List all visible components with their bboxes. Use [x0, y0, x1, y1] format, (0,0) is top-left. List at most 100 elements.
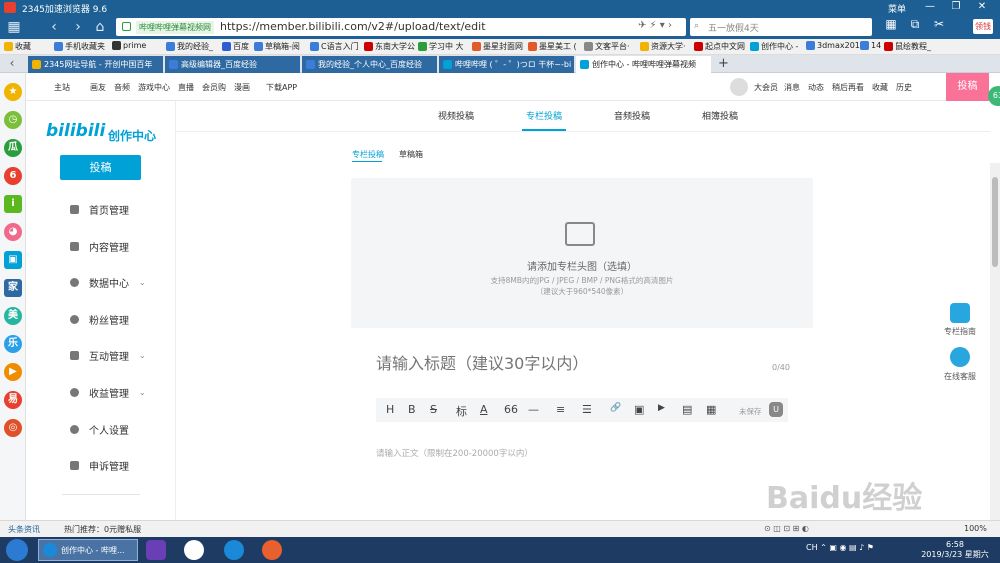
more-embed-button[interactable]: ▦ [706, 403, 716, 416]
article-title-input[interactable] [376, 354, 716, 373]
minimize-icon[interactable]: — [920, 1, 940, 12]
bookmark-item[interactable]: 我的经验_ [166, 41, 213, 52]
subtab-article[interactable]: 专栏投稿 [352, 149, 384, 160]
align-button[interactable]: ≡ [556, 403, 565, 416]
page-scrollbar[interactable] [990, 163, 1000, 520]
bookmark-item[interactable]: 墨星美工 ( [528, 41, 577, 52]
baidu-netdisk-icon[interactable] [184, 540, 204, 560]
sidebar-item-appeal[interactable]: 申诉管理 [70, 457, 129, 473]
list-button[interactable]: ☰ [582, 403, 592, 416]
nav-link-dynamics[interactable]: 动态 [808, 82, 824, 93]
heading-button[interactable]: H [386, 403, 394, 416]
screenshot-icon[interactable]: ⧉ [906, 15, 924, 33]
sidebar-item-settings[interactable]: 个人设置 [70, 421, 129, 437]
bookmark-item[interactable]: 收藏 [4, 41, 31, 52]
browser-tab[interactable]: 高级编辑器_百度经验 [165, 56, 300, 73]
scrollbar-thumb[interactable] [992, 177, 998, 267]
extension-icon[interactable]: ▦ [4, 18, 24, 36]
nav-link-shop[interactable]: 会员购 [202, 82, 226, 93]
bilibili-app-icon[interactable]: ▣ [4, 251, 22, 269]
nav-link-messages[interactable]: 消息 [784, 82, 800, 93]
tab-scroll-left-icon[interactable]: ‹ [2, 55, 22, 73]
nav-link-favorites[interactable]: 收藏 [872, 82, 888, 93]
sidebar-item-interaction[interactable]: 互动管理 ⌄ [70, 347, 146, 363]
input-language[interactable]: CH [806, 543, 818, 552]
divider-button[interactable]: — [528, 403, 539, 416]
style-button[interactable]: 标 [456, 403, 467, 419]
tab-article-upload[interactable]: 专栏投稿 [526, 109, 562, 122]
browser-tab[interactable]: 哔哩哔哩 ( ゜- ゜)つロ 干杯~-bi [439, 56, 574, 73]
history-icon[interactable]: ◷ [4, 111, 22, 129]
browser-tab[interactable]: 我的经验_个人中心_百度经验 [302, 56, 437, 73]
browser-tab-active[interactable]: 创作中心 - 哔哩哔哩弹幕视频 [576, 56, 711, 73]
bookmark-item[interactable]: 文客平台· [584, 41, 630, 52]
strikethrough-button[interactable]: S [430, 403, 437, 416]
video-button[interactable]: ▶ [658, 403, 665, 413]
video-app-icon[interactable]: ▶ [4, 363, 22, 381]
nav-link-comics[interactable]: 漫画 [234, 82, 250, 93]
cover-upload-area[interactable]: 请添加专栏头图（选填） 支持8MB内的JPG / JPEG / BMP / PN… [351, 178, 813, 328]
sidebar-item-content[interactable]: 内容管理 [70, 238, 129, 254]
avatar[interactable] [730, 78, 748, 96]
nav-link-watch-later[interactable]: 稍后再看 [832, 82, 864, 93]
maximize-icon[interactable]: ❐ [946, 1, 966, 12]
tab-album-upload[interactable]: 相簿投稿 [702, 109, 738, 122]
windows-start-icon[interactable] [6, 539, 28, 561]
system-tray[interactable]: CH ⌃ ▣ ◉ ▤ ♪ ⚑ [806, 543, 874, 552]
save-toggle-icon[interactable]: U [769, 402, 783, 417]
home-app-icon[interactable]: 家 [4, 279, 22, 297]
music-app-icon[interactable]: 乐 [4, 335, 22, 353]
nav-link-vip[interactable]: 大会员 [754, 82, 778, 93]
nav-link-artists[interactable]: 画友 [90, 82, 106, 93]
nav-link-game[interactable]: 游戏中心 [138, 82, 170, 93]
tab-video-upload[interactable]: 视频投稿 [438, 109, 474, 122]
sidebar-item-income[interactable]: 收益管理 ⌄ [70, 384, 146, 400]
nav-link-history[interactable]: 历史 [896, 82, 912, 93]
new-tab-icon[interactable]: + [718, 56, 729, 71]
bookmark-item[interactable]: 创作中心 - [750, 41, 798, 52]
easy-app-icon[interactable]: 易 [4, 391, 22, 409]
forward-icon[interactable]: › [68, 18, 88, 36]
bookmark-item[interactable]: 百度 [222, 41, 249, 52]
image-button[interactable]: ▣ [634, 403, 644, 416]
system-clock[interactable]: 6:58 2019/3/23 星期六 [920, 540, 990, 560]
bookmark-item[interactable]: 学习中 大 [418, 41, 464, 52]
app-icon[interactable] [224, 540, 244, 560]
bookmark-item[interactable]: 3dmax201 [806, 41, 860, 50]
home-icon[interactable]: ⌂ [90, 18, 110, 36]
weibo-app-icon[interactable]: 6 [4, 167, 22, 185]
sidebar-item-fans[interactable]: 粉丝管理 [70, 311, 129, 327]
taskbar-item-browser[interactable]: 创作中心 - 哔哩... [38, 539, 138, 561]
firefox-icon[interactable] [262, 540, 282, 560]
link-button[interactable]: 🔗 [610, 403, 621, 413]
iqiyi-app-icon[interactable]: i [4, 195, 22, 213]
browser-tab[interactable]: 2345网址导航 - 开创中国百年 [28, 56, 163, 73]
beauty-app-icon[interactable]: 美 [4, 307, 22, 325]
tab-audio-upload[interactable]: 音频投稿 [614, 109, 650, 122]
bookmark-item[interactable]: prime [112, 41, 146, 50]
octopus-app-icon[interactable]: ◕ [4, 223, 22, 241]
hot-recommendation[interactable]: 热门推荐：0元赠私服 [64, 524, 141, 535]
bookmark-item[interactable]: C语言入门 [310, 41, 359, 52]
bookmark-item[interactable]: 草稿箱-阅 [254, 41, 300, 52]
sidebar-item-home[interactable]: 首页管理 [70, 201, 129, 217]
address-bar[interactable]: 哔哩哔哩弹幕视频网 https://member.bilibili.com/v2… [116, 18, 686, 36]
bookmark-item[interactable]: 鼠绘教程_ [884, 41, 931, 52]
watermelon-app-icon[interactable]: 瓜 [4, 139, 22, 157]
visual-studio-icon[interactable] [146, 540, 166, 560]
bookmark-item[interactable]: 墨星封面网 [472, 41, 523, 52]
font-color-button[interactable]: A [480, 403, 488, 416]
nav-link-download[interactable]: 下载APP [266, 82, 297, 93]
news-link[interactable]: 头条资讯 [8, 524, 40, 535]
post-button[interactable]: 投稿 [946, 73, 989, 101]
tools-icon[interactable]: ✂ [930, 15, 948, 33]
bookmark-item[interactable]: 手机收藏夹 [54, 41, 105, 52]
game-app-icon[interactable]: ◎ [4, 419, 22, 437]
address-tools-icon[interactable]: ✈ ⚡ ▾ › [638, 20, 672, 31]
back-icon[interactable]: ‹ [44, 18, 64, 36]
vip-badge[interactable]: 领钱 [973, 19, 993, 34]
card-button[interactable]: ▤ [682, 403, 692, 416]
nav-link-audio[interactable]: 音频 [114, 82, 130, 93]
subtab-drafts[interactable]: 草稿箱 [399, 149, 423, 160]
bookmark-item[interactable]: 东南大学公 [364, 41, 415, 52]
